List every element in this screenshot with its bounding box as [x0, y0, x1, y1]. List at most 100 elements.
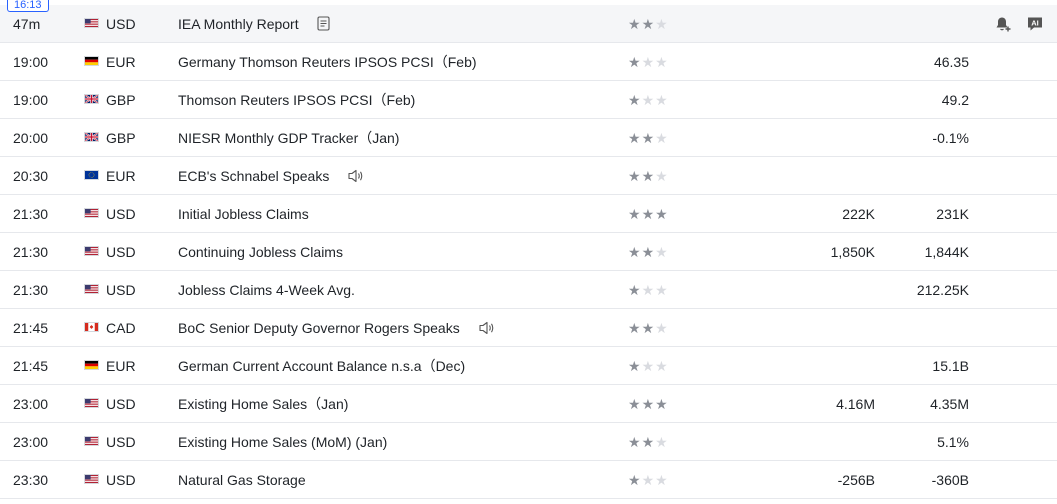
table-row[interactable]: 19:00 GBP Thomson Reuters IPSOS PCSI（Feb) ★… — [0, 81, 1057, 119]
star-filled-icon: ★ — [628, 91, 641, 108]
star-empty-icon: ★ — [655, 357, 668, 374]
event-time: 21:30 — [13, 243, 49, 260]
event-name-label: German Current Account Balance n.s.a（Dec… — [178, 357, 466, 374]
star-empty-icon: ★ — [641, 281, 655, 298]
document-icon[interactable] — [317, 16, 330, 31]
importance-stars: ★ ★ ★ — [628, 309, 669, 346]
flag-de-icon — [84, 360, 99, 370]
star-filled-icon: ★ — [641, 319, 655, 336]
event-name[interactable]: German Current Account Balance n.s.a（Dec… — [178, 347, 465, 384]
star-empty-icon: ★ — [641, 53, 655, 70]
importance-stars: ★ ★ ★ — [628, 43, 669, 80]
star-filled-icon: ★ — [628, 319, 641, 336]
event-time: 23:00 — [13, 395, 49, 412]
importance-stars: ★ ★ ★ — [628, 347, 669, 384]
currency-code: USD — [106, 15, 136, 32]
table-row[interactable]: 19:00 EUR Germany Thomson Reuters IPSOS PC… — [0, 43, 1057, 81]
table-row[interactable]: 47m USD IEA Monthly Report ★ ★ ★ AI — [0, 5, 1057, 43]
star-filled-icon: ★ — [641, 433, 655, 450]
star-filled-icon: ★ — [641, 167, 655, 184]
star-filled-icon: ★ — [641, 205, 655, 222]
actual-value: 4.16M — [836, 395, 875, 412]
importance-stars: ★ ★ ★ — [628, 119, 669, 156]
flag-gb-icon — [84, 94, 99, 104]
event-time: 21:30 — [13, 281, 49, 298]
event-name-label: Existing Home Sales（Jan) — [178, 395, 349, 412]
star-empty-icon: ★ — [655, 15, 668, 32]
forecast-value: 1,844K — [924, 243, 969, 260]
star-filled-icon: ★ — [655, 395, 668, 412]
star-empty-icon: ★ — [655, 53, 668, 70]
event-name[interactable]: Jobless Claims 4-Week Avg. — [178, 271, 355, 308]
event-name-label: Germany Thomson Reuters IPSOS PCSI（Feb) — [178, 53, 477, 70]
importance-stars: ★ ★ ★ — [628, 233, 669, 270]
table-row[interactable]: 21:45 CAD BoC Senior Deputy Governor Roger… — [0, 309, 1057, 347]
event-name-label: Natural Gas Storage — [178, 471, 306, 488]
table-row[interactable]: 20:30 EUR ECB's Schnabel Speaks ★ ★ ★ — [0, 157, 1057, 195]
table-row[interactable]: 23:00 USD Existing Home Sales（Jan) ★ ★ ★ 4.16M… — [0, 385, 1057, 423]
flag-eu-icon — [84, 170, 99, 180]
forecast-value: 231K — [936, 205, 969, 222]
event-name[interactable]: BoC Senior Deputy Governor Rogers Speaks — [178, 309, 496, 346]
event-name[interactable]: Germany Thomson Reuters IPSOS PCSI（Feb) — [178, 43, 477, 80]
event-time: 21:30 — [13, 205, 49, 222]
table-row[interactable]: 20:00 GBP NIESR Monthly GDP Tracker（Jan) ★ ★… — [0, 119, 1057, 157]
importance-stars: ★ ★ ★ — [628, 385, 669, 422]
star-empty-icon: ★ — [641, 357, 655, 374]
speaker-icon[interactable] — [347, 168, 365, 184]
star-filled-icon: ★ — [628, 357, 641, 374]
event-name-label: Existing Home Sales (MoM) (Jan) — [178, 433, 388, 450]
currency-code: EUR — [106, 357, 136, 374]
event-name[interactable]: Natural Gas Storage — [178, 461, 306, 498]
star-filled-icon: ★ — [641, 243, 655, 260]
event-time: 21:45 — [13, 357, 49, 374]
speaker-icon[interactable] — [478, 320, 496, 336]
economic-calendar-table: 47m USD IEA Monthly Report ★ ★ ★ AI 19:00 EUR Ger… — [0, 5, 1057, 499]
currency-code: USD — [106, 471, 136, 488]
event-name[interactable]: Continuing Jobless Claims — [178, 233, 343, 270]
star-filled-icon: ★ — [628, 53, 641, 70]
ai-assistant-button[interactable]: AI — [1026, 15, 1044, 33]
event-name[interactable]: Initial Jobless Claims — [178, 195, 309, 232]
table-row[interactable]: 21:30 USD Initial Jobless Claims ★ ★ ★ 222K 231… — [0, 195, 1057, 233]
forecast-value: 15.1B — [932, 357, 969, 374]
current-time-badge: 16:13 — [7, 0, 49, 12]
star-filled-icon: ★ — [628, 129, 641, 146]
table-row[interactable]: 23:00 USD Existing Home Sales (MoM) (Jan) ★… — [0, 423, 1057, 461]
forecast-value: 46.35 — [933, 53, 969, 70]
star-empty-icon: ★ — [655, 281, 668, 298]
table-row[interactable]: 21:30 USD Jobless Claims 4-Week Avg. ★ ★ ★ 212… — [0, 271, 1057, 309]
currency-code: USD — [106, 281, 136, 298]
event-time: 20:30 — [13, 167, 49, 184]
star-filled-icon: ★ — [628, 395, 641, 412]
table-row[interactable]: 21:45 EUR German Current Account Balance n… — [0, 347, 1057, 385]
event-name[interactable]: IEA Monthly Report — [178, 5, 330, 42]
star-empty-icon: ★ — [641, 91, 655, 108]
currency-code: GBP — [106, 91, 136, 108]
currency-code: USD — [106, 243, 136, 260]
flag-us-icon — [84, 474, 99, 484]
event-name[interactable]: Thomson Reuters IPSOS PCSI（Feb) — [178, 81, 415, 118]
bell-plus-icon[interactable] — [994, 15, 1012, 33]
event-name-label: Jobless Claims 4-Week Avg. — [178, 281, 355, 298]
event-name[interactable]: NIESR Monthly GDP Tracker（Jan) — [178, 119, 399, 156]
star-filled-icon: ★ — [628, 471, 641, 488]
flag-de-icon — [84, 56, 99, 66]
star-empty-icon: ★ — [655, 243, 668, 260]
event-name-label: Thomson Reuters IPSOS PCSI（Feb) — [178, 91, 416, 108]
star-filled-icon: ★ — [628, 167, 641, 184]
event-time: 20:00 — [13, 129, 49, 146]
event-name-label: NIESR Monthly GDP Tracker（Jan) — [178, 129, 400, 146]
star-empty-icon: ★ — [655, 433, 668, 450]
event-name[interactable]: Existing Home Sales (MoM) (Jan) — [178, 423, 387, 460]
event-name[interactable]: ECB's Schnabel Speaks — [178, 157, 365, 194]
importance-stars: ★ ★ ★ — [628, 5, 669, 42]
forecast-value: 49.2 — [941, 91, 969, 108]
table-row[interactable]: 23:30 USD Natural Gas Storage ★ ★ ★ -256B -360B — [0, 461, 1057, 499]
flag-us-icon — [84, 436, 99, 446]
star-empty-icon: ★ — [655, 167, 668, 184]
table-row[interactable]: 21:30 USD Continuing Jobless Claims ★ ★ ★ 1,85… — [0, 233, 1057, 271]
event-name[interactable]: Existing Home Sales（Jan) — [178, 385, 348, 422]
flag-us-icon — [84, 208, 99, 218]
flag-gb-icon — [84, 132, 99, 142]
